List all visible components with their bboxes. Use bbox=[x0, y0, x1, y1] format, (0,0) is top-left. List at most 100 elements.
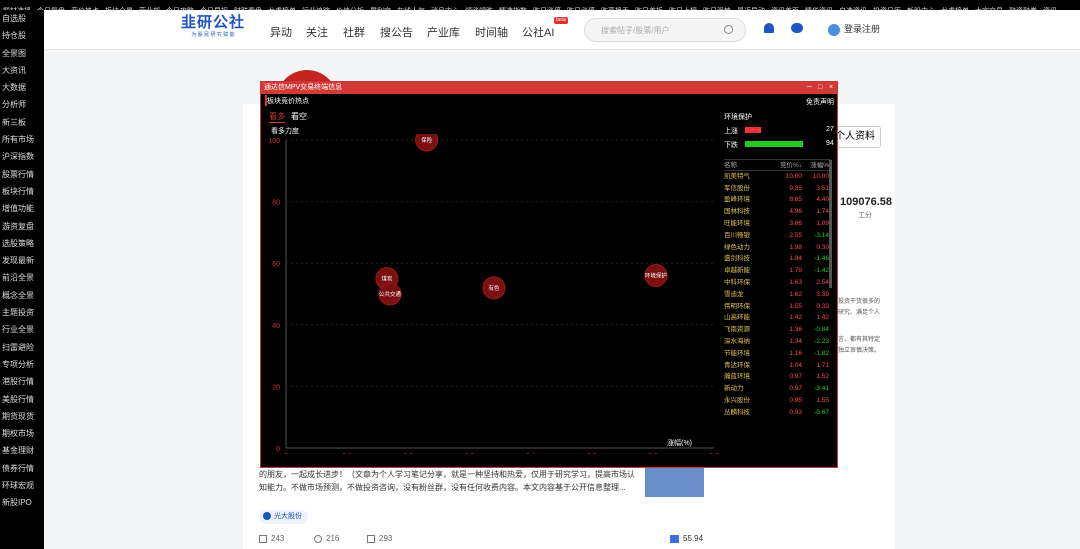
nav-yidong[interactable]: 异动 bbox=[270, 24, 292, 40]
popup-titlebar[interactable]: 通达信MPV交易终端信息 ─ □ × bbox=[261, 82, 837, 94]
search-icon[interactable] bbox=[724, 25, 733, 34]
table-row[interactable]: 飞南资源 1.36 -0.84 bbox=[724, 324, 831, 336]
table-row[interactable]: 盈峰环境 8.65 4.40 bbox=[724, 194, 831, 206]
nav-guanzhu[interactable]: 关注 bbox=[306, 24, 328, 40]
nav-ai[interactable]: 公社AI bbox=[522, 24, 554, 40]
table-scrollbar[interactable] bbox=[829, 160, 832, 288]
chat-icon[interactable] bbox=[791, 23, 803, 33]
table-row[interactable]: 节能环境 1.16 -1.82 bbox=[724, 348, 831, 360]
table-row[interactable]: 凯美特气 10.00 10.00 bbox=[724, 171, 831, 183]
left-nav-item[interactable]: 环球宏观 bbox=[0, 477, 44, 494]
stock-icon bbox=[263, 512, 271, 521]
left-nav-item[interactable]: 概念全景 bbox=[0, 287, 44, 304]
maximize-icon[interactable]: □ bbox=[818, 82, 822, 94]
stock-tag[interactable]: 光大股份 bbox=[259, 510, 308, 524]
left-nav-item[interactable]: 行业全景 bbox=[0, 321, 44, 338]
table-row[interactable]: 瀚蓝环境 0.97 1.52 bbox=[724, 371, 831, 383]
table-row[interactable]: 丛麟科技 0.93 -0.67 bbox=[724, 407, 831, 419]
left-nav-item[interactable]: 大资讯 bbox=[0, 62, 44, 79]
col-name[interactable]: 名称 bbox=[724, 160, 771, 170]
nav-gonggao[interactable]: 搜公告 bbox=[380, 24, 413, 40]
article-thumbnail[interactable] bbox=[645, 466, 704, 497]
left-nav-item[interactable]: 期货现货 bbox=[0, 408, 44, 425]
stock-name: 山高环能 bbox=[724, 314, 750, 322]
comment-count: 216 bbox=[326, 534, 340, 543]
nav-shequn[interactable]: 社群 bbox=[343, 24, 365, 40]
minimize-icon[interactable]: ─ bbox=[807, 82, 812, 94]
table-row[interactable]: 雪迪龙 1.62 3.39 bbox=[724, 289, 831, 301]
left-nav-item[interactable]: 大数据 bbox=[0, 79, 44, 96]
down-count: 94 bbox=[826, 140, 834, 147]
tab-bearish[interactable]: 看空 bbox=[291, 111, 307, 122]
tab-bullish[interactable]: 看多 bbox=[269, 111, 285, 123]
change-pct: -0.67 bbox=[814, 408, 829, 416]
login-link[interactable]: 登录注册 bbox=[828, 22, 880, 36]
table-row[interactable]: 卓越新能 1.79 -1.42 bbox=[724, 265, 831, 277]
table-row[interactable]: 永兴股份 0.95 1.55 bbox=[724, 395, 831, 407]
left-nav-item[interactable]: 新三板 bbox=[0, 114, 44, 131]
disclaimer-link[interactable]: 免责声明 bbox=[806, 97, 834, 107]
table-row[interactable]: 国林科技 4.96 1.74 bbox=[724, 206, 831, 218]
search-input[interactable]: 搜索帖子/股票/用户 bbox=[584, 18, 746, 42]
mpv-popup-window: 通达信MPV交易终端信息 ─ □ × 板块竞价热点 免责声明 看多 看空 看多力… bbox=[260, 81, 838, 468]
left-nav-item[interactable]: 期权市场 bbox=[0, 425, 44, 442]
x-tick-label: 0.1 bbox=[342, 453, 352, 454]
article-body[interactable]: 的朋友，一起成长进步！（文章为个人学习笔记分享，就是一种坚持和热爱，仅用于研究学… bbox=[259, 468, 641, 494]
change-pct: 1.71 bbox=[816, 361, 829, 369]
table-row[interactable]: 伟明环保 1.55 0.33 bbox=[724, 301, 831, 313]
stock-name: 百川畅银 bbox=[724, 231, 750, 239]
left-nav-item[interactable]: 专项分析 bbox=[0, 356, 44, 373]
left-nav-item[interactable]: 发现最新 bbox=[0, 252, 44, 269]
bubble-label: 有色 bbox=[488, 284, 500, 292]
left-nav-item[interactable]: 板块行情 bbox=[0, 183, 44, 200]
left-nav-item[interactable]: 扫雷避险 bbox=[0, 339, 44, 356]
table-row[interactable]: 绿色动力 1.98 0.30 bbox=[724, 242, 831, 254]
col-change-pct[interactable]: 涨幅% bbox=[802, 160, 829, 170]
col-auction-pct[interactable]: 竞价%↓ bbox=[771, 160, 802, 170]
left-nav-item[interactable]: 基金理财 bbox=[0, 442, 44, 459]
table-row[interactable]: 百川畅银 2.55 -3.14 bbox=[724, 230, 831, 242]
nav-shijianzhou[interactable]: 时间轴 bbox=[475, 24, 508, 40]
left-nav-item[interactable]: 前沿全景 bbox=[0, 269, 44, 286]
comment-button[interactable]: 216 bbox=[314, 534, 339, 543]
change-pct: -1.42 bbox=[814, 267, 829, 275]
table-row[interactable]: 旺能环境 3.66 1.09 bbox=[724, 218, 831, 230]
table-row[interactable]: 军信股份 9.35 3.51 bbox=[724, 183, 831, 195]
profile-button[interactable]: 个人资料 bbox=[832, 126, 881, 148]
left-nav-item[interactable]: 增值功能 bbox=[0, 200, 44, 217]
left-nav-item[interactable]: 所有市场 bbox=[0, 131, 44, 148]
bell-icon[interactable] bbox=[764, 23, 774, 33]
table-row[interactable]: 山高环能 1.42 1.42 bbox=[724, 312, 831, 324]
left-nav-item[interactable]: 美股行情 bbox=[0, 391, 44, 408]
left-nav-item[interactable]: 持仓股 bbox=[0, 27, 44, 44]
side-line: 独立审慎决策。 bbox=[838, 348, 881, 354]
table-row[interactable]: 青达环保 1.04 1.71 bbox=[724, 360, 831, 372]
left-nav-item[interactable]: 游资复盘 bbox=[0, 218, 44, 235]
left-nav-item[interactable]: 全景图 bbox=[0, 45, 44, 62]
table-row[interactable]: 新动力 0.97 -3.41 bbox=[724, 383, 831, 395]
like-button[interactable]: 293 bbox=[367, 534, 392, 543]
left-nav-item[interactable]: 新股IPO bbox=[0, 494, 44, 511]
side-line: 投资干货很多的 bbox=[838, 299, 881, 305]
left-nav-item[interactable]: 选股策略 bbox=[0, 235, 44, 252]
table-row[interactable]: 深水海纳 1.34 -2.23 bbox=[724, 336, 831, 348]
close-icon[interactable]: × bbox=[829, 82, 833, 94]
change-pct: 10.00 bbox=[812, 172, 829, 180]
left-nav-item[interactable]: 港股行情 bbox=[0, 373, 44, 390]
table-row[interactable]: 中科环保 1.63 2.54 bbox=[724, 277, 831, 289]
auction-pct: 1.34 bbox=[789, 337, 802, 345]
left-nav-item[interactable]: 股票行情 bbox=[0, 166, 44, 183]
left-nav-item[interactable]: 主题投资 bbox=[0, 304, 44, 321]
nav-chanyeku[interactable]: 产业库 bbox=[427, 24, 460, 40]
popup-subtitle: 板块竞价热点 bbox=[267, 98, 309, 105]
change-pct: 1.55 bbox=[816, 396, 829, 404]
left-nav-item[interactable]: 自选股 bbox=[0, 10, 44, 27]
up-count: 27 bbox=[826, 126, 834, 133]
table-row[interactable]: 盛剑科技 1.84 -1.46 bbox=[724, 253, 831, 265]
left-nav-item[interactable]: 债券行情 bbox=[0, 460, 44, 477]
site-logo[interactable]: 韭研公社 为 股 民 研 究 赋 能 bbox=[180, 14, 246, 39]
stock-name: 节能环境 bbox=[724, 349, 750, 357]
left-nav-item[interactable]: 沪深指数 bbox=[0, 148, 44, 165]
left-nav-item[interactable]: 分析师 bbox=[0, 96, 44, 113]
share-button[interactable]: 243 bbox=[259, 534, 284, 543]
